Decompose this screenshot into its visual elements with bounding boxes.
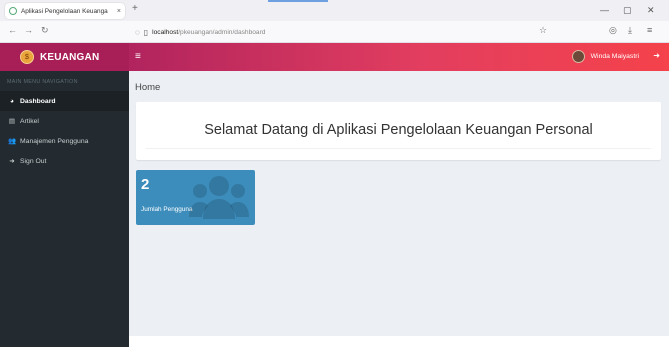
welcome-box: Selamat Datang di Aplikasi Pengelolaan K… [136,102,661,160]
tab-close-icon[interactable]: × [117,8,121,15]
footer-strip [129,336,669,347]
app-top-bar: ≡ Winda Maiyastri ➜ [129,43,669,71]
main-content: Home Selamat Datang di Aplikasi Pengelol… [129,71,669,336]
app-brand[interactable]: $ KEUANGAN [0,43,129,71]
sidebar-item-manajemen-pengguna[interactable]: 👥 Manajemen Pengguna [0,131,129,151]
signout-icon: ➜ [9,158,15,165]
brand-name: KEUANGAN [40,51,100,63]
divider [146,148,651,149]
stat-label: Jumlah Pengguna [141,206,193,213]
favicon-icon [9,7,17,15]
sidebar-toggle-icon[interactable]: ≡ [135,51,141,62]
page-icon: ▯ [143,27,149,37]
stat-value: 2 [141,176,150,193]
user-menu[interactable]: Winda Maiyastri [571,50,639,63]
browser-tab[interactable]: Aplikasi Pengelolaan Keuanga × [5,3,125,19]
browser-nav-bar: ← → ↻ ◌ ▯ localhost /pkeuangan/admin/das… [0,21,669,43]
dashboard-icon: ◕ [10,97,14,105]
new-tab-button[interactable]: + [132,3,138,14]
minimize-button[interactable]: — [600,5,609,15]
menu-icon[interactable]: ≡ [647,25,652,35]
sidebar-item-artikel[interactable]: ▤ Artikel [0,111,129,131]
user-name: Winda Maiyastri [590,53,639,60]
sidebar-item-label: Dashboard [20,97,56,105]
logout-icon[interactable]: ➜ [653,51,660,60]
sidebar-item-sign-out[interactable]: ➜ Sign Out [0,151,129,171]
window-close-button[interactable]: ✕ [647,5,655,16]
sidebar: MAIN MENU NAVIGATION ◕ Dashboard ▤ Artik… [0,71,129,347]
pocket-icon[interactable]: ◎ [609,25,617,36]
browser-tab-bar: Aplikasi Pengelolaan Keuanga × + — ▢ ✕ [0,0,669,21]
url-path: /pkeuangan/admin/dashboard [178,28,266,36]
reload-icon[interactable]: ↻ [41,25,49,36]
tab-title: Aplikasi Pengelolaan Keuanga [21,7,108,15]
sidebar-item-label: Artikel [20,117,39,125]
page-title: Home [135,82,161,93]
shield-icon: ◌ [135,27,140,37]
tab-indicator [268,0,328,2]
sidebar-header: MAIN MENU NAVIGATION [7,79,78,85]
sidebar-item-label: Manajemen Pengguna [20,137,89,145]
sidebar-item-label: Sign Out [20,157,47,165]
users-icon: 👥 [7,138,17,145]
download-icon[interactable]: ⤓ [628,25,632,36]
back-icon[interactable]: ← [8,25,17,35]
stat-box-jumlah-pengguna[interactable]: 2 Jumlah Pengguna [136,170,255,225]
article-icon: ▤ [8,118,16,125]
welcome-heading: Selamat Datang di Aplikasi Pengelolaan K… [204,122,593,138]
forward-icon[interactable]: → [24,25,33,35]
coin-logo-icon: $ [20,50,34,64]
users-icon [189,176,249,219]
bookmark-star-icon[interactable]: ☆ [539,25,547,36]
address-bar[interactable]: ◌ ▯ localhost /pkeuangan/admin/dashboard [135,24,555,40]
avatar [571,50,585,63]
url-host: localhost [152,28,179,36]
sidebar-item-dashboard[interactable]: ◕ Dashboard [0,91,129,111]
maximize-button[interactable]: ▢ [623,5,632,16]
